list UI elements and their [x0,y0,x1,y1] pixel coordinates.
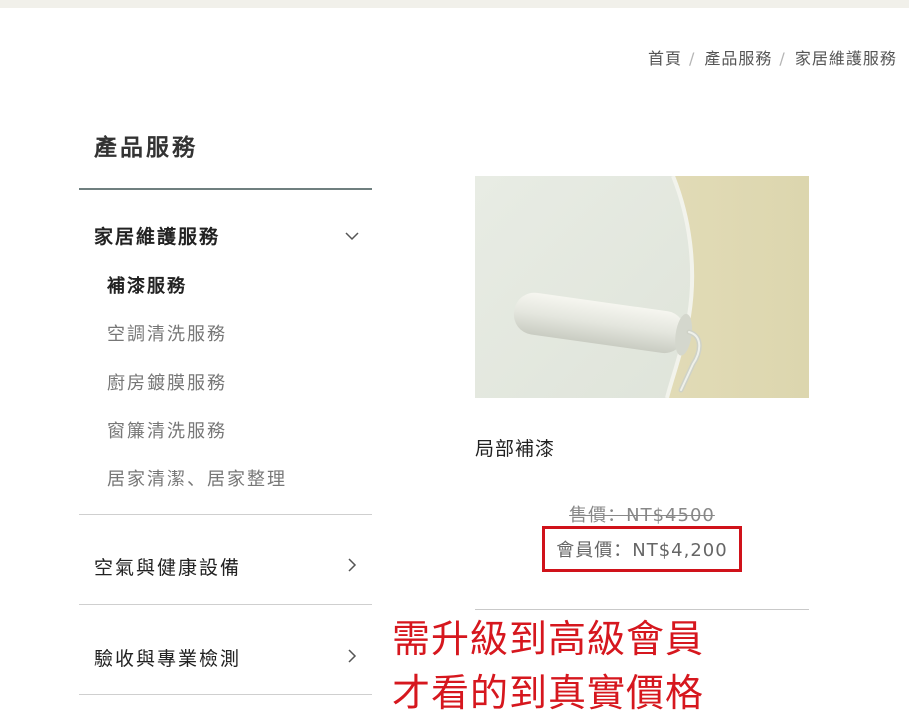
sidebar-item-home-cleaning[interactable]: 居家清潔、居家整理 [107,465,287,491]
sidebar-divider [79,604,372,605]
sidebar-divider [79,694,372,695]
breadcrumb-current[interactable]: 家居維護服務 [795,49,897,68]
sidebar-title-rule [79,188,372,190]
breadcrumb-products[interactable]: 產品服務 [704,49,772,68]
upgrade-annotation: 需升級到高級會員 才看的到真實價格 [392,612,704,720]
breadcrumb-separator: / [689,49,696,68]
sidebar-category-label: 驗收與專業檢測 [94,648,242,670]
annotation-line-2: 才看的到真實價格 [392,671,705,715]
sidebar-divider [79,514,372,515]
annotation-line-1: 需升級到高級會員 [392,617,705,661]
sidebar-category-label: 家居維護服務 [94,226,221,248]
sidebar-category-label: 空氣與健康設備 [94,557,242,579]
chevron-down-icon[interactable] [342,226,362,246]
sidebar-category-home-maintenance[interactable]: 家居維護服務 [79,222,372,250]
sidebar-item-ac-cleaning[interactable]: 空調清洗服務 [107,320,227,346]
product-image[interactable] [475,176,809,398]
sidebar-item-kitchen-coating[interactable]: 廚房鍍膜服務 [107,369,227,395]
sidebar-title: 產品服務 [94,135,198,161]
chevron-right-icon[interactable] [342,646,362,666]
sidebar-category-air-health[interactable]: 空氣與健康設備 [79,553,372,581]
sidebar-item-touchup-paint[interactable]: 補漆服務 [107,272,187,298]
original-price: 售價：NT$4500 [569,505,715,526]
breadcrumb-separator: / [779,49,786,68]
sidebar-category-inspection[interactable]: 驗收與專業檢測 [79,644,372,672]
product-name[interactable]: 局部補漆 [475,434,555,461]
sidebar-item-curtain-cleaning[interactable]: 窗簾清洗服務 [107,417,227,443]
member-price: 會員價：NT$4,200 [556,540,728,561]
member-price-highlight-box: 會員價：NT$4,200 [542,526,742,572]
product-divider [475,609,809,610]
chevron-right-icon[interactable] [342,555,362,575]
breadcrumb: 首頁 / 產品服務 / 家居維護服務 [648,45,897,69]
top-bar [0,0,909,8]
breadcrumb-home[interactable]: 首頁 [648,49,682,68]
paint-roller-image [475,176,809,398]
